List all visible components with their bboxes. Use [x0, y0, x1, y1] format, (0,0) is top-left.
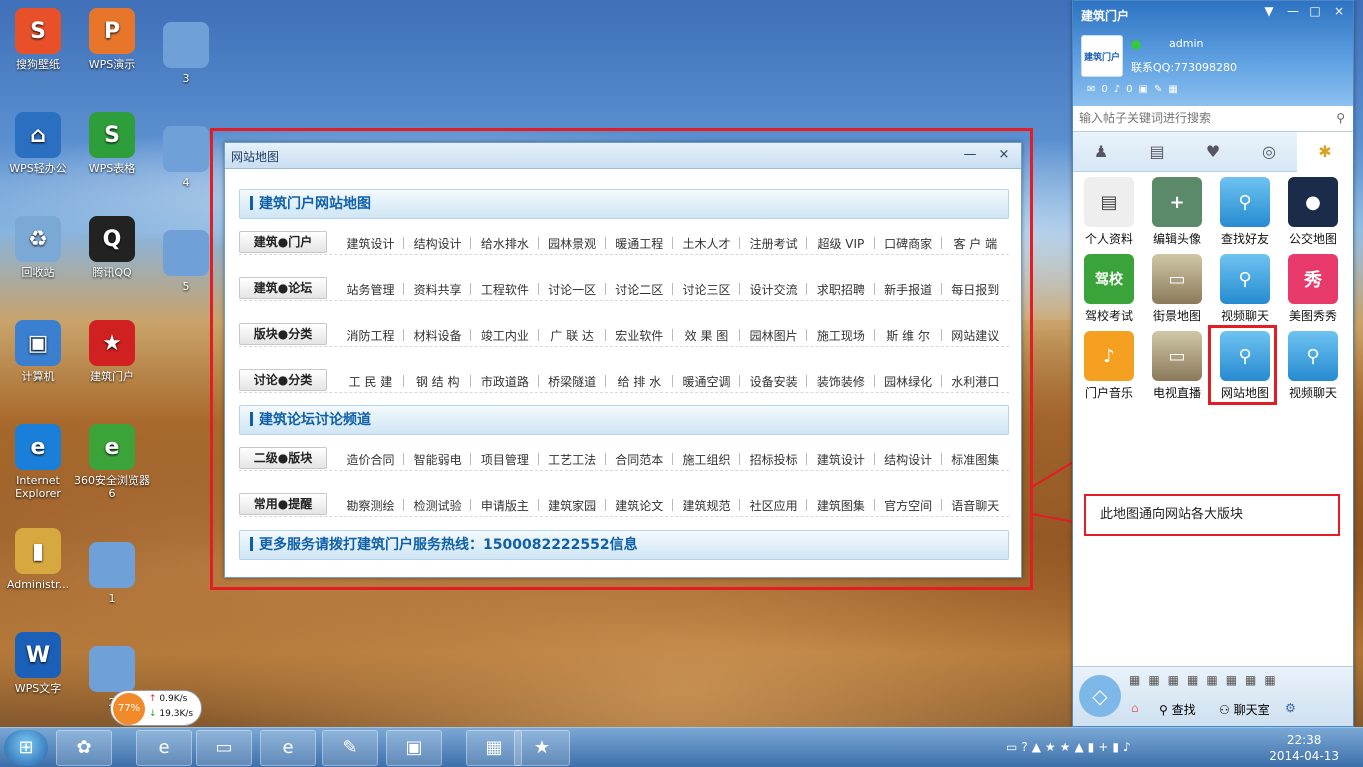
- tab-notes[interactable]: ▤: [1129, 142, 1185, 161]
- panel-maximize-button[interactable]: □: [1305, 4, 1325, 18]
- taskbar-360-browser-icon[interactable]: e: [136, 730, 192, 766]
- panel-app[interactable]: ⚲ 视频聊天: [1283, 331, 1343, 401]
- tab-compass[interactable]: ◎: [1241, 142, 1297, 161]
- panel-app-label: 公交地图: [1288, 232, 1337, 246]
- panel-minimize-button[interactable]: —: [1283, 4, 1303, 18]
- system-tray-icons[interactable]: ▭?▲★★▲▮+▮♪: [1006, 740, 1135, 754]
- panel-app[interactable]: 驾校 驾校考试: [1079, 254, 1139, 324]
- mail-count: 0: [1101, 84, 1108, 95]
- quick-launch-icons[interactable]: ▦▦▦▦▦▦▦▦: [1129, 673, 1284, 687]
- panel-app-icon: ▤: [1084, 177, 1134, 227]
- taskbar-paint-icon[interactable]: ✎: [322, 730, 378, 766]
- note-icon[interactable]: ✎: [1154, 84, 1162, 95]
- search-icon[interactable]: ⚲: [1336, 111, 1345, 125]
- panel-app-label: 视频聊天: [1288, 386, 1337, 400]
- panel-app[interactable]: ▤ 个人资料: [1079, 177, 1139, 247]
- start-button[interactable]: ⊞: [4, 730, 48, 766]
- panel-app-icon: ⚲: [1220, 254, 1270, 304]
- highlight-box-sitemap-app: [1208, 325, 1277, 405]
- taskbar-clock[interactable]: 22:38 2014-04-13: [1269, 732, 1339, 764]
- panel-title: 建筑门户: [1081, 9, 1130, 23]
- panel-app-label: 门户音乐: [1084, 386, 1133, 400]
- panel-app-icon: ●: [1288, 177, 1338, 227]
- clock-date: 2014-04-13: [1269, 749, 1339, 763]
- tab-apps[interactable]: ✱: [1297, 131, 1353, 172]
- photo-icon[interactable]: ▣: [1139, 84, 1148, 95]
- panel-status-bar: ✉ 0 ♪ 0 ▣ ✎ ▦: [1087, 84, 1178, 95]
- online-status-icon[interactable]: ●: [1131, 37, 1141, 51]
- post-search-input[interactable]: [1073, 106, 1353, 130]
- tab-contacts[interactable]: ♟: [1073, 142, 1129, 161]
- panel-app-label: 驾校考试: [1084, 309, 1133, 323]
- taskbar-image-viewer-icon[interactable]: ▣: [386, 730, 442, 766]
- volume-count: 0: [1126, 84, 1133, 95]
- panel-app-icon: 驾校: [1084, 254, 1134, 304]
- panel-app-icon: ♪: [1084, 331, 1134, 381]
- chatroom-button[interactable]: ⚇ 聊天室: [1219, 701, 1270, 718]
- panel-app-icon: ⚲: [1288, 331, 1338, 381]
- panel-header: 建筑门户 ▼ — □ × 建筑门户 ● admin 联系QQ:773098280…: [1073, 1, 1353, 106]
- clock-time: 22:38: [1286, 733, 1322, 747]
- panel-app-icon: ⚲: [1220, 177, 1270, 227]
- panel-app[interactable]: ● 公交地图: [1283, 177, 1343, 247]
- panel-bottom-toolbar: ◇ ▦▦▦▦▦▦▦▦ ⌂ ⚲ 查找 ⚇ 聊天室 ⚙: [1073, 666, 1353, 726]
- panel-search-box: ⚲: [1073, 106, 1353, 132]
- home-icon[interactable]: ⌂: [1131, 701, 1139, 715]
- taskbar-folder-icon[interactable]: ▭: [196, 730, 252, 766]
- panel-app-icon: 秀: [1288, 254, 1338, 304]
- panel-app-label: 视频聊天: [1220, 309, 1269, 323]
- tab-favorites[interactable]: ♥: [1185, 142, 1241, 161]
- panel-app-label: 个人资料: [1084, 232, 1133, 246]
- panel-menu-button[interactable]: ▼: [1259, 4, 1279, 18]
- settings-gear-icon[interactable]: ⚙: [1285, 701, 1296, 715]
- panel-app-label: 街景地图: [1152, 309, 1201, 323]
- annotation-callout: 此地图通向网站各大版块: [1084, 494, 1340, 536]
- username: admin: [1169, 37, 1204, 50]
- panel-app[interactable]: ▭ 街景地图: [1147, 254, 1207, 324]
- taskbar-jianzhu-portal-icon[interactable]: ★: [514, 730, 570, 766]
- dropbox-icon[interactable]: ◇: [1079, 675, 1121, 717]
- taskbar: ⊞ ✿ e ▭ e ✎ ▣ ▦ ★ ▭?▲★★▲▮+▮♪ 22:38 2014-…: [0, 727, 1363, 767]
- panel-app[interactable]: ♪ 门户音乐: [1079, 331, 1139, 401]
- taskbar-ie-icon[interactable]: e: [260, 730, 316, 766]
- volume-icon[interactable]: ♪: [1114, 84, 1120, 95]
- panel-app-icon: ▭: [1152, 254, 1202, 304]
- avatar[interactable]: 建筑门户: [1081, 35, 1123, 77]
- panel-app[interactable]: ⚲ 查找好友: [1215, 177, 1275, 247]
- find-button[interactable]: ⚲ 查找: [1159, 701, 1196, 718]
- taskbar-pinwheel-icon[interactable]: ✿: [56, 730, 112, 766]
- panel-app-icon: ▭: [1152, 331, 1202, 381]
- panel-tabs: ♟ ▤ ♥ ◎ ✱: [1073, 131, 1353, 172]
- panel-app[interactable]: 秀美图秀秀: [1283, 254, 1343, 324]
- app-box-icon[interactable]: ▦: [1168, 84, 1177, 95]
- panel-close-button[interactable]: ×: [1329, 4, 1349, 18]
- panel-app-label: 电视直播: [1152, 386, 1201, 400]
- panel-app-label: 查找好友: [1220, 232, 1269, 246]
- contact-qq: 联系QQ:773098280: [1131, 61, 1238, 74]
- panel-app[interactable]: ⚲ 视频聊天: [1215, 254, 1275, 324]
- panel-app-label: 美图秀秀: [1288, 309, 1337, 323]
- panel-app[interactable]: ▭ 电视直播: [1147, 331, 1207, 401]
- mail-icon[interactable]: ✉: [1087, 84, 1095, 95]
- panel-app-icon: +: [1152, 177, 1202, 227]
- panel-app[interactable]: + 编辑头像: [1147, 177, 1207, 247]
- panel-app-label: 编辑头像: [1152, 232, 1201, 246]
